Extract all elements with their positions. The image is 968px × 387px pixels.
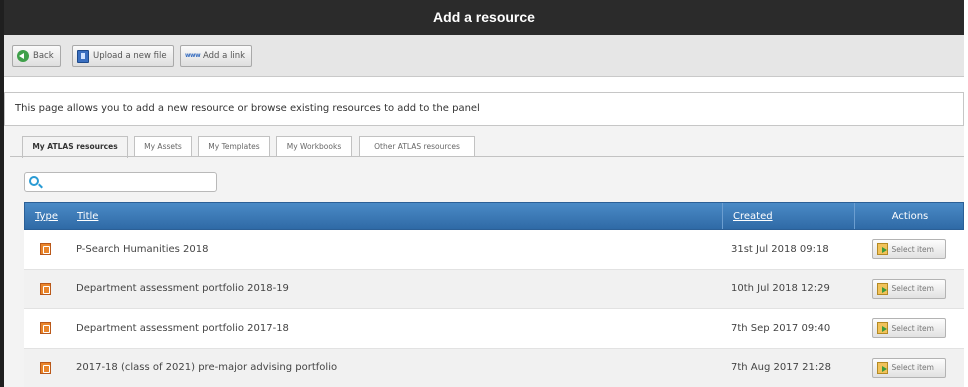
table-row: 2017-18 (class of 2021) pre-major advisi… xyxy=(24,348,964,387)
portfolio-icon xyxy=(39,243,51,256)
table-row: P-Search Humanities 2018 31st Jul 2018 0… xyxy=(24,230,964,270)
select-arrow-icon xyxy=(876,282,888,295)
upload-button-label: Upload a new file xyxy=(93,51,167,61)
tab-divider xyxy=(10,156,964,157)
toolbar: Back Upload a new file www Add a link xyxy=(4,35,964,77)
link-icon: www xyxy=(185,52,201,59)
row-created: 31st Jul 2018 09:18 xyxy=(731,243,829,255)
search-icon xyxy=(29,176,39,186)
row-title: Department assessment portfolio 2018-19 xyxy=(76,283,289,295)
search-box[interactable] xyxy=(24,172,217,192)
back-button[interactable]: Back xyxy=(12,45,61,67)
resources-table: Type Title Created Actions P-Search Huma… xyxy=(24,202,964,387)
row-title: 2017-18 (class of 2021) pre-major advisi… xyxy=(76,362,338,374)
row-title: P-Search Humanities 2018 xyxy=(76,243,209,255)
row-title: Department assessment portfolio 2017-18 xyxy=(76,322,289,334)
column-type[interactable]: Type xyxy=(25,203,67,229)
add-link-button[interactable]: www Add a link xyxy=(180,45,253,67)
portfolio-icon xyxy=(39,361,51,374)
column-actions: Actions xyxy=(854,203,965,229)
select-item-button[interactable]: Select item xyxy=(871,278,946,299)
table-row: Department assessment portfolio 2017-18 … xyxy=(24,309,964,349)
portfolio-icon xyxy=(39,322,51,335)
resources-panel: My ATLAS resources My Assets My Template… xyxy=(4,126,964,387)
search-input[interactable] xyxy=(43,175,213,189)
select-arrow-icon xyxy=(876,322,888,335)
table-header: Type Title Created Actions xyxy=(24,202,964,230)
select-arrow-icon xyxy=(876,361,888,374)
table-row: Department assessment portfolio 2018-19 … xyxy=(24,269,964,309)
sort-title-link[interactable]: Title xyxy=(77,211,98,222)
select-item-button[interactable]: Select item xyxy=(871,239,946,260)
tab-my-atlas-resources[interactable]: My ATLAS resources xyxy=(22,136,128,158)
row-created: 7th Aug 2017 21:28 xyxy=(731,362,831,374)
upload-icon xyxy=(77,49,89,63)
row-created: 7th Sep 2017 09:40 xyxy=(731,322,831,334)
select-item-label: Select item xyxy=(891,244,934,254)
select-item-label: Select item xyxy=(891,323,934,333)
tab-my-workbooks[interactable]: My Workbooks xyxy=(276,136,352,156)
tab-my-templates[interactable]: My Templates xyxy=(198,136,270,156)
column-created[interactable]: Created xyxy=(722,203,854,229)
tab-other-atlas-resources[interactable]: Other ATLAS resources xyxy=(359,136,475,156)
upload-file-button[interactable]: Upload a new file xyxy=(72,45,174,67)
intro-text: This page allows you to add a new resour… xyxy=(4,92,964,126)
sort-created-link[interactable]: Created xyxy=(733,211,773,222)
dialog-title: Add a resource xyxy=(4,0,964,35)
portfolio-icon xyxy=(39,282,51,295)
add-link-button-label: Add a link xyxy=(203,51,246,61)
select-item-label: Select item xyxy=(891,363,934,373)
select-item-button[interactable]: Select item xyxy=(871,318,946,339)
select-item-button[interactable]: Select item xyxy=(871,357,946,378)
sort-type-link[interactable]: Type xyxy=(35,211,58,222)
back-arrow-icon xyxy=(17,50,29,62)
row-created: 10th Jul 2018 12:29 xyxy=(731,283,830,295)
column-title[interactable]: Title xyxy=(67,203,722,229)
select-arrow-icon xyxy=(876,243,888,256)
tab-my-assets[interactable]: My Assets xyxy=(134,136,192,156)
select-item-label: Select item xyxy=(891,284,934,294)
back-button-label: Back xyxy=(33,51,54,61)
